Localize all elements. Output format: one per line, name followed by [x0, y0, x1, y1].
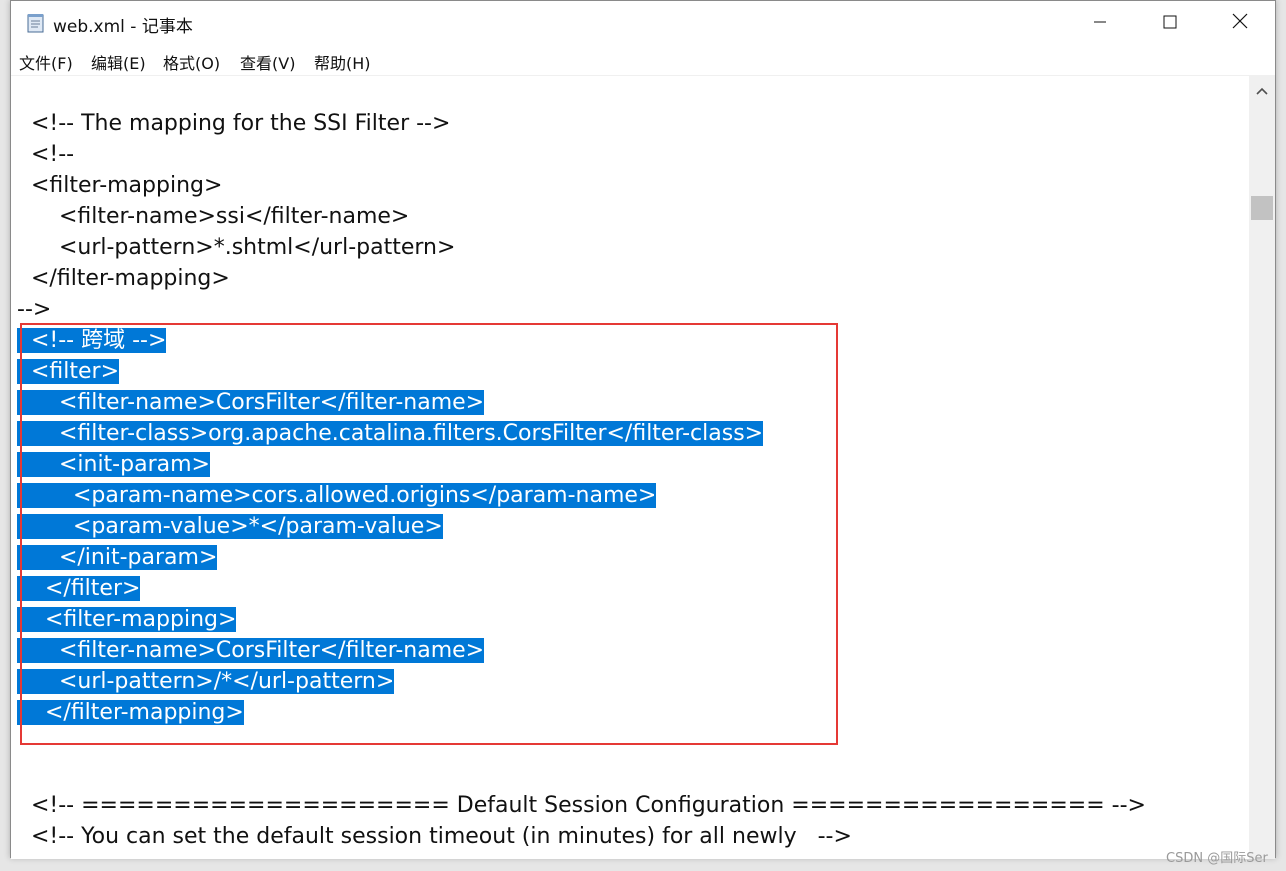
- text-editor-area[interactable]: <!-- The mapping for the SSI Filter --> …: [11, 76, 1249, 859]
- title-bar[interactable]: web.xml - 记事本: [11, 1, 1275, 45]
- editor-line-text: <param-name>cors.allowed.origins</param-…: [17, 483, 657, 508]
- editor-line-text: <filter-name>CorsFilter</filter-name>: [17, 390, 485, 415]
- editor-line-text: <filter-name>CorsFilter</filter-name>: [17, 638, 485, 663]
- editor-line[interactable]: <!-- ==================== Default Sessio…: [17, 790, 1146, 821]
- editor-line[interactable]: <filter>: [17, 356, 1146, 387]
- editor-line[interactable]: <url-pattern>*.shtml</url-pattern>: [17, 232, 1146, 263]
- menu-edit[interactable]: 编辑(E): [91, 50, 146, 74]
- editor-line-text: </filter>: [17, 576, 141, 601]
- editor-line-text: <filter-mapping>: [17, 173, 223, 198]
- menu-bar: 文件(F) 编辑(E) 格式(O) 查看(V) 帮助(H): [11, 45, 1275, 76]
- editor-line[interactable]: <filter-name>CorsFilter</filter-name>: [17, 635, 1146, 666]
- editor-line-text: <filter-mapping>: [17, 607, 237, 632]
- editor-line[interactable]: <filter-name>ssi</filter-name>: [17, 201, 1146, 232]
- editor-line[interactable]: <init-param>: [17, 449, 1146, 480]
- editor-line[interactable]: </filter-mapping>: [17, 697, 1146, 728]
- editor-text[interactable]: <!-- The mapping for the SSI Filter --> …: [17, 108, 1146, 852]
- editor-line[interactable]: <filter-name>CorsFilter</filter-name>: [17, 387, 1146, 418]
- scroll-up-arrow-icon: [1256, 80, 1268, 99]
- editor-line-text: <!-- The mapping for the SSI Filter -->: [17, 111, 451, 136]
- editor-line-text: </init-param>: [17, 545, 218, 570]
- editor-line[interactable]: <!-- You can set the default session tim…: [17, 821, 1146, 852]
- editor-line-text: <url-pattern>/*</url-pattern>: [17, 669, 395, 694]
- editor-line[interactable]: [17, 728, 1146, 759]
- scroll-thumb[interactable]: [1251, 196, 1273, 220]
- editor-line-text: <filter-name>ssi</filter-name>: [17, 204, 410, 229]
- editor-line-text: </filter-mapping>: [17, 266, 230, 291]
- editor-line[interactable]: <url-pattern>/*</url-pattern>: [17, 666, 1146, 697]
- scroll-up-button[interactable]: [1249, 76, 1275, 102]
- editor-line[interactable]: <!-- 跨域 -->: [17, 325, 1146, 356]
- editor-line[interactable]: [17, 759, 1146, 790]
- menu-view[interactable]: 查看(V): [240, 50, 295, 74]
- menu-file[interactable]: 文件(F): [19, 50, 73, 74]
- editor-line[interactable]: <!--: [17, 139, 1146, 170]
- editor-line-text: <!--: [17, 142, 75, 167]
- close-button[interactable]: [1205, 1, 1275, 45]
- editor-line[interactable]: </init-param>: [17, 542, 1146, 573]
- editor-line[interactable]: -->: [17, 294, 1146, 325]
- minimize-icon: [1093, 14, 1107, 33]
- editor-line[interactable]: </filter>: [17, 573, 1146, 604]
- editor-line[interactable]: <filter-class>org.apache.catalina.filter…: [17, 418, 1146, 449]
- maximize-button[interactable]: [1135, 1, 1205, 45]
- editor-line-text: <init-param>: [17, 452, 210, 477]
- menu-help[interactable]: 帮助(H): [314, 50, 371, 74]
- editor-line[interactable]: </filter-mapping>: [17, 263, 1146, 294]
- editor-line-text: <filter>: [17, 359, 120, 384]
- notepad-window: web.xml - 记事本 文件(F) 编辑(E) 格式(O) 查看(V) 帮助…: [10, 0, 1276, 859]
- editor-line-text: -->: [17, 297, 52, 322]
- close-icon: [1232, 13, 1248, 33]
- editor-line-text: <url-pattern>*.shtml</url-pattern>: [17, 235, 456, 260]
- maximize-icon: [1163, 14, 1177, 33]
- watermark: CSDN @国际Ser: [1166, 851, 1268, 866]
- editor-line-text: </filter-mapping>: [17, 700, 244, 725]
- editor-line-text: <!-- You can set the default session tim…: [17, 824, 852, 849]
- editor-line[interactable]: <param-value>*</param-value>: [17, 511, 1146, 542]
- window-title: web.xml - 记事本: [53, 17, 193, 37]
- editor-line[interactable]: <filter-mapping>: [17, 604, 1146, 635]
- vertical-scrollbar[interactable]: [1249, 76, 1275, 859]
- minimize-button[interactable]: [1065, 1, 1135, 45]
- notepad-icon: [25, 12, 47, 34]
- editor-line[interactable]: <param-name>cors.allowed.origins</param-…: [17, 480, 1146, 511]
- editor-line-text: <!-- 跨域 -->: [17, 328, 167, 353]
- menu-format[interactable]: 格式(O): [163, 50, 220, 74]
- editor-line[interactable]: <filter-mapping>: [17, 170, 1146, 201]
- editor-line-text: <!-- ==================== Default Sessio…: [17, 793, 1146, 818]
- editor-line-text: <filter-class>org.apache.catalina.filter…: [17, 421, 764, 446]
- editor-line-text: <param-value>*</param-value>: [17, 514, 443, 539]
- editor-line[interactable]: <!-- The mapping for the SSI Filter -->: [17, 108, 1146, 139]
